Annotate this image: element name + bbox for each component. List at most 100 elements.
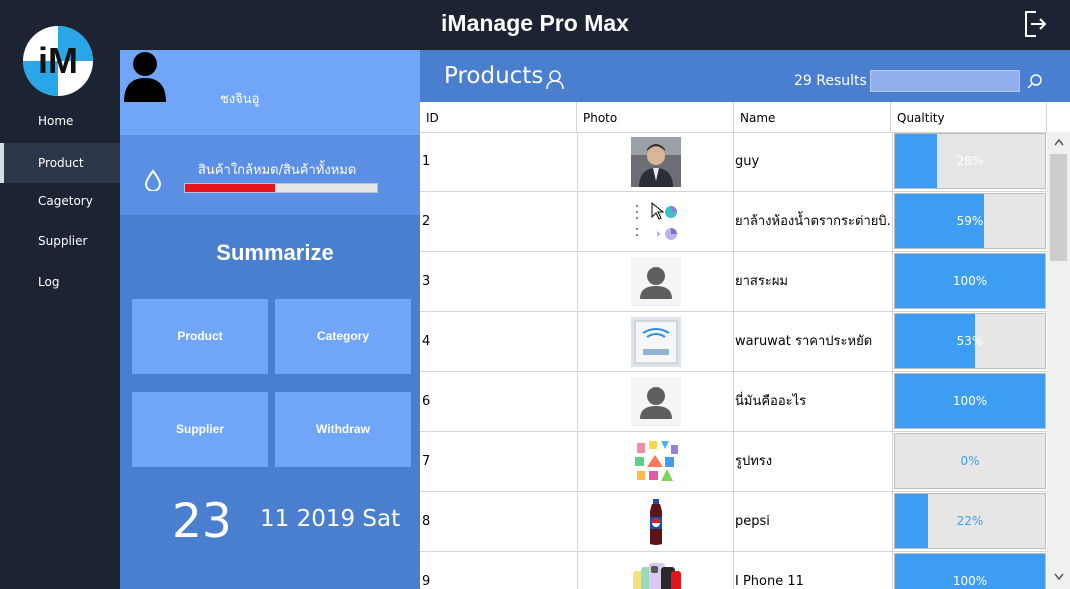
table-scrollbar[interactable] [1047,132,1070,589]
search-icon[interactable] [1026,73,1044,91]
row-id: 2 [422,214,431,229]
row-photo-cell [577,372,734,432]
sidebar-item-log[interactable]: Log [0,262,120,302]
table-row[interactable]: 3 ยาสระผม 100% [420,252,1047,312]
iphone-photo [631,557,681,589]
chart-thumbnail [631,197,681,247]
products-title: Products [444,63,544,89]
row-id: 1 [422,154,431,169]
quality-bar: 100% [894,373,1046,429]
row-name: รูปทรง [735,454,773,469]
products-table: ID Photo Name Qualtity 1 guy 28% 2 ยาล้า… [420,102,1070,589]
app-title: iManage Pro Max [441,10,629,36]
quality-label: 59% [956,214,984,228]
row-name: I Phone 11 [735,574,804,589]
products-header: Products 29 Results [420,50,1070,102]
search-input[interactable] [870,70,1020,92]
column-header-name[interactable]: Name [734,102,891,132]
row-quality-cell: 59% [892,192,1047,252]
row-id: 8 [422,514,431,529]
chevron-up-icon[interactable] [1054,138,1064,146]
row-quality-cell: 100% [892,372,1047,432]
app-logo: iM [23,26,93,96]
summary-category-tile[interactable]: Category [275,299,411,374]
row-quality-cell: 0% [892,432,1047,492]
row-quality-cell: 100% [892,552,1047,589]
row-id: 6 [422,394,431,409]
row-quality-cell: 28% [892,132,1047,192]
results-count: 29 Results [794,73,867,89]
stock-progress-fill [185,184,276,192]
logo-text: iM [38,40,78,81]
summary-supplier-tile[interactable]: Supplier [132,392,268,467]
row-name: นี่มันคืออะไร [735,394,807,409]
column-header-id[interactable]: ID [420,102,577,132]
drop-icon [144,169,162,191]
quality-label: 100% [952,394,988,408]
row-photo-cell [577,252,734,312]
quality-bar: 0% [894,433,1046,489]
user-card: ชงจินอู [120,50,420,135]
row-id: 4 [422,334,431,349]
column-header-photo[interactable]: Photo [577,102,734,132]
table-row[interactable]: 8 pepsi 22% [420,492,1047,552]
quality-label: 100% [952,274,988,288]
colorful-shapes-photo [631,437,681,487]
row-quality-cell: 100% [892,252,1047,312]
quality-bar: 28% [894,133,1046,189]
quality-bar: 22% [894,493,1046,549]
stock-label: สินค้าใกล้หมด/สินค้าทั้งหมด [198,163,357,178]
row-name: guy [735,154,760,169]
row-name: waruwat ราคาประหยัด [735,334,873,349]
summary-title: Summarize [216,240,334,265]
row-name: ยาสระผม [735,274,789,289]
title-bar: iManage Pro Max [0,0,1070,50]
quality-bar: 59% [894,193,1046,249]
summary-product-tile[interactable]: Product [132,299,268,374]
row-photo-cell [577,312,734,372]
row-id: 7 [422,454,431,469]
table-row[interactable]: 2 ยาล้างห้องน้ำตรากระต่ายบิ. 59% [420,192,1047,252]
row-name: pepsi [735,514,770,529]
table-header: ID Photo Name Qualtity [420,102,1047,133]
summary-withdraw-tile[interactable]: Withdraw [275,392,411,467]
stock-status-card: สินค้าใกล้หมด/สินค้าทั้งหมด [120,135,420,215]
table-row[interactable]: 4 waruwat ราคาประหยัด 53% [420,312,1047,372]
user-avatar-icon [124,52,166,102]
chevron-down-icon[interactable] [1054,573,1064,581]
row-name: ยาล้างห้องน้ำตรากระต่ายบิ. [735,214,891,229]
default-user-photo [631,257,681,307]
logout-icon[interactable] [1022,10,1048,38]
quality-label: 22% [956,514,984,528]
table-row[interactable]: 6 นี่มันคืออะไร 100% [420,372,1047,432]
portrait-photo [631,137,681,187]
row-id: 3 [422,274,431,289]
date-rest: 11 2019 Sat [260,506,401,532]
table-row[interactable]: 1 guy 28% [420,132,1047,192]
default-user-photo [631,377,681,427]
sidebar: iM Home Product Cagetory Supplier Log [0,0,120,589]
row-id: 9 [422,574,431,589]
quality-bar: 53% [894,313,1046,369]
sidebar-item-supplier[interactable]: Supplier [0,221,120,261]
pepsi-bottle-photo [631,497,681,547]
quality-label: 53% [956,334,984,348]
column-header-quality[interactable]: Qualtity [891,102,1047,132]
quality-label: 100% [952,574,988,588]
row-photo-cell [577,132,734,192]
row-photo-cell [577,552,734,589]
quality-label: 28% [956,154,984,168]
person-icon [546,70,564,90]
table-row[interactable]: 9 I Phone 11 100% [420,552,1047,589]
row-quality-cell: 22% [892,492,1047,552]
sidebar-item-home[interactable]: Home [0,101,120,141]
quality-label: 0% [960,454,980,468]
user-name: ชงจินอู [220,92,260,107]
row-photo-cell [577,492,734,552]
table-row[interactable]: 7 รูปทรง 0% [420,432,1047,492]
sidebar-item-product[interactable]: Product [0,143,120,183]
quality-bar: 100% [894,553,1046,589]
scrollbar-thumb[interactable] [1050,154,1067,261]
sidebar-item-category[interactable]: Cagetory [0,181,120,221]
stock-progress-bar [184,183,378,193]
